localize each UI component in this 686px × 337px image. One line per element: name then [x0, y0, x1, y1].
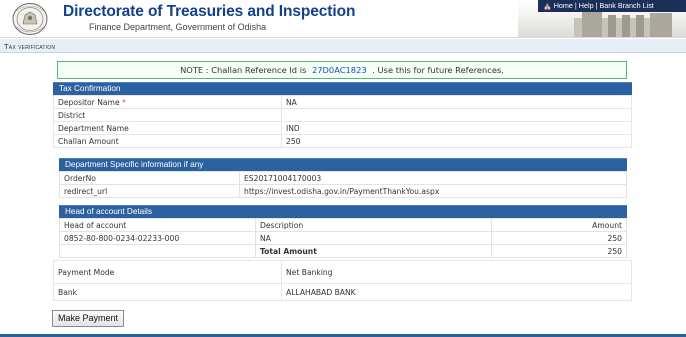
site-header: Directorate of Treasuries and Inspection…: [0, 0, 686, 38]
page-title: Tax verification: [4, 42, 56, 51]
tax-confirmation-header: Tax Confirmation: [53, 82, 632, 95]
district-value: [281, 108, 632, 122]
redirect-url-label: redirect_url: [59, 184, 240, 198]
table-row: Depositor Name * NA: [53, 95, 632, 109]
department-name-value: IND: [281, 121, 632, 135]
empty-cell: [59, 244, 256, 258]
odisha-emblem-logo: [8, 2, 52, 36]
bank-branch-list-link[interactable]: Bank Branch List: [599, 1, 653, 10]
table-row: Challan Amount 250: [53, 134, 632, 148]
home-link[interactable]: Home: [554, 1, 573, 10]
link-separator: |: [595, 1, 598, 10]
challan-note: NOTE : Challan Reference Id is 27D0AC182…: [57, 61, 627, 79]
depositor-name-label: Depositor Name *: [53, 95, 282, 109]
column-header-description: Description: [255, 218, 492, 232]
top-links-bar: ⛪ Home | Help | Bank Branch List: [538, 0, 686, 12]
table-header-row: Head of account Description Amount: [59, 218, 627, 232]
site-title: Directorate of Treasuries and Inspection: [63, 3, 356, 20]
table-row: 0852-80-800-0234-02233-000 NA 250: [59, 231, 627, 245]
payment-details-table: Payment Mode Net Banking Bank ALLAHABAD …: [53, 260, 632, 301]
note-suffix: . Use this for future References.: [372, 65, 504, 75]
help-link[interactable]: Help: [579, 1, 594, 10]
required-marker: *: [122, 97, 126, 107]
bank-label: Bank: [53, 283, 282, 301]
column-header-amount: Amount: [491, 218, 627, 232]
department-info-table: OrderNo ES20171004170003 redirect_url ht…: [59, 171, 627, 198]
account-description: NA: [255, 231, 492, 245]
table-row: Total Amount 250: [59, 244, 627, 258]
challan-amount-label: Challan Amount: [53, 134, 282, 148]
note-prefix: NOTE : Challan Reference Id is: [180, 65, 307, 75]
account-amount: 250: [491, 231, 627, 245]
order-no-value: ES20171004170003: [239, 171, 627, 185]
depositor-name-value: NA: [281, 95, 632, 109]
make-payment-button[interactable]: Make Payment: [52, 310, 125, 327]
table-row: Payment Mode Net Banking: [53, 260, 632, 284]
head-of-account-header: Head of account Details: [59, 205, 627, 218]
table-row: District: [53, 108, 632, 122]
tax-verification-panel: NOTE : Challan Reference Id is 27D0AC182…: [50, 57, 635, 330]
link-separator: |: [574, 1, 577, 10]
home-icon[interactable]: ⛪: [543, 3, 552, 10]
order-no-label: OrderNo: [59, 171, 240, 185]
tax-confirmation-table: Depositor Name * NA District Department …: [53, 95, 632, 148]
challan-amount-value: 250: [281, 134, 632, 148]
page-title-bar: Tax verification: [0, 39, 686, 53]
challan-reference-id: 27D0AC1823: [311, 65, 367, 75]
table-row: redirect_url https://invest.odisha.gov.i…: [59, 184, 627, 198]
payment-mode-value: Net Banking: [281, 260, 632, 284]
total-amount-label: Total Amount: [255, 244, 492, 258]
head-of-account-table: Head of account Description Amount 0852-…: [59, 218, 627, 258]
column-header-account: Head of account: [59, 218, 256, 232]
department-info-header: Department Specific information if any: [59, 158, 627, 171]
table-row: Bank ALLAHABAD BANK: [53, 283, 632, 301]
total-amount-value: 250: [491, 244, 627, 258]
table-row: OrderNo ES20171004170003: [59, 171, 627, 185]
site-subtitle: Finance Department, Government of Odisha: [89, 22, 267, 32]
district-label: District: [53, 108, 282, 122]
redirect-url-value: https://invest.odisha.gov.in/PaymentThan…: [239, 184, 627, 198]
bank-value: ALLAHABAD BANK: [281, 283, 632, 301]
department-name-label: Department Name: [53, 121, 282, 135]
account-code: 0852-80-800-0234-02233-000: [59, 231, 256, 245]
table-row: Department Name IND: [53, 121, 632, 135]
payment-mode-label: Payment Mode: [53, 260, 282, 284]
